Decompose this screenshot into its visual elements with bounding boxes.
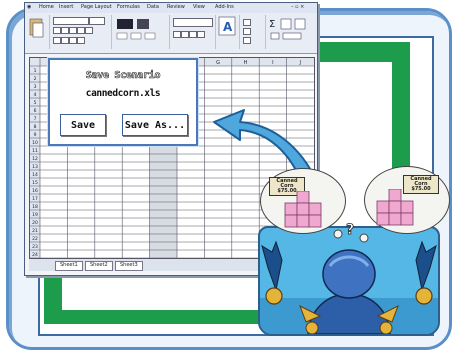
- row-header[interactable]: 13: [32, 164, 38, 170]
- tab-data[interactable]: Data: [147, 4, 159, 10]
- row-header[interactable]: 6: [34, 108, 37, 114]
- svg-text:Σ: Σ: [269, 19, 275, 30]
- paste-icon[interactable]: [27, 15, 47, 45]
- dialog-title: Save Scenario: [85, 70, 161, 82]
- row-header[interactable]: 16: [32, 188, 38, 194]
- tab-insert[interactable]: Insert: [59, 4, 73, 10]
- styles-group: A: [217, 15, 240, 49]
- window-controls-icon[interactable]: – ▫ ×: [291, 4, 304, 10]
- save-scenario-dialog: Save Scenario cannedcorn.xls Save Save A…: [48, 58, 198, 146]
- row-header[interactable]: 10: [32, 140, 38, 146]
- tab-page-layout[interactable]: Page Layout: [81, 4, 112, 10]
- row-header[interactable]: 4: [34, 92, 37, 98]
- row-header[interactable]: 18: [32, 204, 38, 210]
- tab-review[interactable]: Review: [167, 4, 185, 10]
- tab-formulas[interactable]: Formulas: [117, 4, 140, 10]
- ribbon: A Σ: [25, 13, 317, 54]
- row-header[interactable]: 22: [32, 236, 38, 242]
- row-header[interactable]: 14: [32, 172, 38, 178]
- row-header[interactable]: 1: [34, 68, 37, 74]
- canned-boxes-icon: [284, 191, 322, 228]
- tab-home[interactable]: Home: [39, 4, 54, 10]
- styles-icon[interactable]: A: [217, 15, 237, 47]
- column-header-j[interactable]: J: [299, 60, 301, 66]
- editing-group: Σ: [267, 15, 313, 49]
- canned-boxes-icon: [376, 189, 414, 226]
- row-header[interactable]: 9: [34, 132, 37, 138]
- row-header[interactable]: 12: [32, 156, 38, 162]
- sheet-tab-1[interactable]: Sheet1: [55, 261, 83, 271]
- row-header[interactable]: 5: [34, 100, 37, 106]
- row-header[interactable]: 15: [32, 180, 38, 186]
- row-header[interactable]: 24: [32, 252, 38, 258]
- tab-add-ins[interactable]: Add-Ins: [215, 4, 234, 10]
- sum-sort-find-icons[interactable]: Σ: [267, 15, 311, 47]
- thought-bubble-left: Canned Corn $75.00: [260, 168, 346, 234]
- thought-trail-icon: [333, 229, 369, 243]
- column-header-h[interactable]: H: [244, 60, 248, 66]
- sheet-tab-2[interactable]: Sheet2: [85, 261, 113, 271]
- row-header[interactable]: 17: [32, 196, 38, 202]
- thought-bubble-right: Canned Corn $75.00: [364, 166, 450, 234]
- alignment-icons[interactable]: [113, 15, 167, 45]
- row-header[interactable]: 8: [34, 124, 37, 130]
- column-header-i[interactable]: I: [272, 60, 273, 66]
- row-header[interactable]: 21: [32, 228, 38, 234]
- save-as-button[interactable]: Save As...: [122, 114, 188, 136]
- row-header[interactable]: 20: [32, 220, 38, 226]
- row-header[interactable]: 3: [34, 84, 37, 90]
- save-button[interactable]: Save: [60, 114, 106, 136]
- row-header[interactable]: 23: [32, 244, 38, 250]
- row-header[interactable]: 19: [32, 212, 38, 218]
- column-header-g[interactable]: G: [216, 60, 220, 66]
- row-header[interactable]: 7: [34, 116, 37, 122]
- cells-group: [241, 15, 266, 49]
- tab-view[interactable]: View: [193, 4, 205, 10]
- clipboard-group: [27, 15, 50, 49]
- number-group: [171, 15, 216, 49]
- row-header[interactable]: 2: [34, 76, 37, 82]
- scenario-filename: cannedcorn.xls: [85, 88, 161, 99]
- office-button-icon[interactable]: ◉: [27, 4, 31, 10]
- alignment-group: [113, 15, 170, 49]
- font-group: [51, 15, 112, 49]
- svg-text:A: A: [223, 20, 233, 34]
- row-header[interactable]: 11: [32, 148, 38, 154]
- sheet-tab-3[interactable]: Sheet3: [115, 261, 143, 271]
